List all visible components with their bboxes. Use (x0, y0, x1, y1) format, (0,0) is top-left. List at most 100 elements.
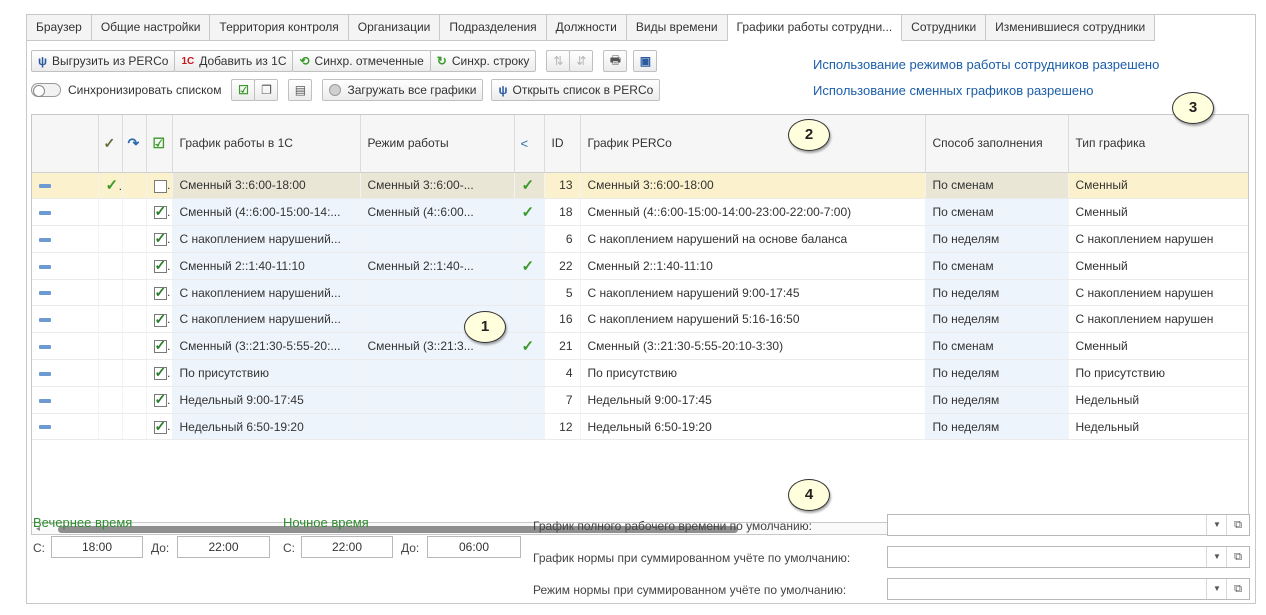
sort-ascending-button[interactable]: ⇅ (546, 50, 571, 72)
header-type[interactable]: Тип графика (1068, 115, 1248, 173)
modes-allowed-link[interactable]: Использование режимов работы сотрудников… (813, 57, 1159, 72)
tab-changed-employees[interactable]: Изменившиеся сотрудники (986, 15, 1156, 41)
night-to-field[interactable]: 06:00 (427, 536, 521, 558)
synced-cell (98, 279, 123, 307)
match-cell (514, 386, 545, 414)
header-id[interactable]: ID (544, 115, 581, 173)
table-row[interactable]: По присутствию4По присутствиюПо неделямП… (32, 359, 1248, 387)
select-checkbox[interactable] (146, 305, 173, 334)
header-mode[interactable]: Режим работы (360, 115, 515, 173)
night-from-field[interactable]: 22:00 (301, 536, 393, 558)
add-from-1c-button[interactable]: 1С Добавить из 1С (174, 50, 294, 72)
full-time-default-label: График полного рабочего времени по умолч… (533, 519, 813, 533)
open-form-icon[interactable]: ⧉ (1226, 547, 1249, 567)
row-checkbox[interactable] (153, 203, 167, 220)
header-transfer[interactable]: ↷ (122, 115, 147, 173)
perco-cell: Сменный 3::6:00-18:00 (580, 172, 926, 200)
row-checkbox[interactable] (153, 284, 167, 301)
header-fill[interactable]: Способ заполнения (925, 115, 1069, 173)
header-selected[interactable]: ☑ (146, 115, 173, 173)
select-checkbox[interactable] (146, 252, 173, 280)
shifts-allowed-link[interactable]: Использование сменных графиков разрешено (813, 83, 1094, 98)
select-checkbox[interactable] (146, 172, 173, 200)
sync-row-button[interactable]: ↻ Синхр. строку (429, 50, 537, 72)
save-button[interactable]: ▣ (633, 50, 658, 72)
open-form-icon[interactable]: ⧉ (1226, 579, 1249, 599)
mode-cell (360, 413, 515, 441)
settings-button[interactable]: ▤ (288, 79, 313, 101)
tab-departments[interactable]: Подразделения (440, 15, 547, 41)
tab-organizations[interactable]: Организации (348, 15, 441, 41)
row-checkbox[interactable] (153, 311, 167, 328)
select-checkbox[interactable] (146, 386, 173, 414)
match-check-icon: ✓ (521, 338, 535, 356)
tab-work-schedules[interactable]: Графики работы сотрудни... (727, 15, 903, 41)
chevron-down-icon[interactable]: ▼ (1206, 515, 1227, 535)
tab-positions[interactable]: Должности (546, 15, 627, 41)
row-checkbox[interactable] (153, 257, 167, 274)
header-match[interactable]: < (514, 115, 545, 173)
select-checkbox[interactable] (146, 359, 173, 387)
select-checkbox[interactable] (146, 225, 173, 253)
table-row[interactable]: Сменный 2::1:40-11:10Сменный 2::1:40-...… (32, 252, 1248, 280)
select-checkbox[interactable] (146, 279, 173, 307)
table-header-row: ✓ ↷ ☑ График работы в 1С Режим работы < … (32, 115, 1248, 173)
table-row[interactable]: Недельный 9:00-17:457Недельный 9:00-17:4… (32, 386, 1248, 414)
tab-employees[interactable]: Сотрудники (902, 15, 987, 41)
synced-cell (98, 413, 123, 441)
table-row[interactable]: С накоплением нарушений...6С накоплением… (32, 225, 1248, 253)
select-checkbox[interactable] (146, 332, 173, 361)
toolbar: ψ Выгрузить из PERCo 1С Добавить из 1С ⟲… (31, 49, 658, 73)
norm-schedule-default-select[interactable]: ▼ ⧉ (887, 546, 1250, 568)
select-checkbox[interactable] (146, 413, 173, 441)
row-checkbox[interactable] (153, 179, 167, 193)
match-cell: ✓ (514, 172, 545, 200)
table-row[interactable]: С накоплением нарушений...16С накопление… (32, 305, 1248, 334)
match-cell (514, 225, 545, 253)
check-all-button[interactable]: ☑ (231, 79, 256, 101)
printer-icon: 🖶 (609, 52, 622, 67)
fill-cell: По неделям (925, 225, 1069, 253)
print-button[interactable]: 🖶 (603, 50, 628, 72)
table-row[interactable]: ✓ Сменный 3::6:00-18:00 Сменный 3::6:00-..… (32, 172, 1248, 200)
sync-list-toggle[interactable] (31, 83, 61, 97)
row-checkbox[interactable] (153, 364, 167, 381)
header-perco[interactable]: График PERCo (580, 115, 926, 173)
select-checkbox[interactable] (146, 198, 173, 227)
table-row[interactable]: С накоплением нарушений...5С накоплением… (32, 279, 1248, 307)
evening-to-field[interactable]: 22:00 (177, 536, 270, 558)
share-icon: < (520, 135, 529, 151)
row-marker-icon (39, 398, 51, 403)
row-checkbox[interactable] (153, 418, 167, 435)
tab-control-territory[interactable]: Территория контроля (210, 15, 349, 41)
sync-marked-button[interactable]: ⟲ Синхр. отмеченные (292, 50, 431, 72)
tab-browser[interactable]: Браузер (27, 15, 92, 41)
row-checkbox[interactable] (153, 230, 167, 247)
row-checkbox[interactable] (153, 337, 167, 354)
export-from-perco-button[interactable]: ψ Выгрузить из PERCo (31, 50, 176, 72)
night-time-title: Ночное время (283, 515, 369, 530)
open-list-in-perco-button[interactable]: ψ Открыть список в PERCo (491, 79, 661, 101)
check-all-icon: ☑ (238, 83, 249, 97)
chevron-down-icon[interactable]: ▼ (1206, 579, 1227, 599)
table-row[interactable]: Недельный 6:50-19:2012Недельный 6:50-19:… (32, 413, 1248, 441)
load-all-schedules-button[interactable]: Загружать все графики (322, 79, 484, 101)
header-synced[interactable]: ✓ (98, 115, 123, 173)
uncheck-all-button[interactable]: ❐ (254, 79, 279, 101)
table-row[interactable]: Сменный (4::6:00-15:00-14:...Сменный (4:… (32, 198, 1248, 227)
table-body: ✓ Сменный 3::6:00-18:00 Сменный 3::6:00-..… (32, 172, 1248, 441)
chevron-down-icon[interactable]: ▼ (1206, 547, 1227, 567)
table-row[interactable]: Сменный (3::21:30-5:55-20:... Сменный (3:… (32, 332, 1248, 361)
evening-to-label: До: (151, 541, 170, 555)
header-schedule-1c[interactable]: График работы в 1С (172, 115, 361, 173)
row-checkbox[interactable] (153, 391, 167, 408)
tab-general-settings[interactable]: Общие настройки (91, 15, 211, 41)
sort-descending-button[interactable]: ⇵ (569, 50, 594, 72)
evening-from-field[interactable]: 18:00 (51, 536, 143, 558)
full-time-default-select[interactable]: ▼ ⧉ (887, 514, 1250, 536)
tab-time-types[interactable]: Виды времени (626, 15, 728, 41)
open-form-icon[interactable]: ⧉ (1226, 515, 1249, 535)
fill-cell: По сменам (925, 198, 1069, 227)
row-marker (32, 305, 99, 334)
norm-mode-default-select[interactable]: ▼ ⧉ (887, 578, 1250, 600)
